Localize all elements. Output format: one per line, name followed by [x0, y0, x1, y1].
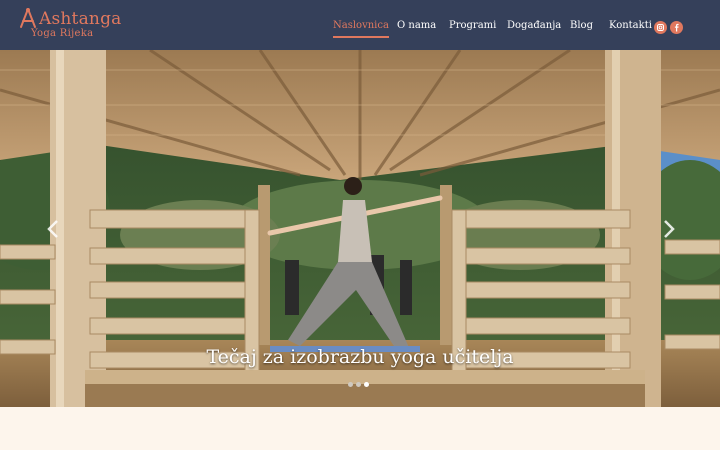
nav-item-naslovnica[interactable]: Naslovnica	[333, 19, 389, 38]
slider-dot-3[interactable]	[364, 382, 369, 387]
chevron-right-icon[interactable]	[658, 218, 678, 240]
facebook-icon[interactable]	[670, 21, 683, 34]
nav-item-dogadanja[interactable]: Događanja	[507, 19, 561, 33]
logo-subtitle: Yoga Rijeka	[31, 28, 94, 39]
instagram-icon[interactable]	[654, 21, 667, 34]
nav-item-label: Naslovnica	[333, 20, 389, 31]
logo-title: Ashtanga	[39, 9, 122, 29]
slider-dot-1[interactable]	[348, 382, 353, 387]
nav-item-programi[interactable]: Programi	[449, 19, 496, 33]
nav-item-o-nama[interactable]: O nama	[397, 19, 436, 33]
page-content	[0, 407, 720, 450]
hero-caption: Tečaj za izobrazbu yoga učitelja	[206, 346, 514, 368]
chevron-left-icon[interactable]	[44, 218, 64, 240]
site-logo[interactable]: Ashtanga Yoga Rijeka	[15, 5, 125, 45]
hero-slider: Tečaj za izobrazbu yoga učitelja	[0, 50, 720, 407]
site-header: Ashtanga Yoga Rijeka Naslovnica O nama P…	[0, 0, 720, 50]
lotus-logo-icon	[17, 7, 39, 29]
active-nav-underline	[333, 36, 389, 38]
nav-item-kontakti[interactable]: Kontakti	[609, 19, 652, 33]
slider-dots	[348, 382, 374, 388]
slider-dot-2[interactable]	[356, 382, 361, 387]
nav-item-blog[interactable]: Blog	[570, 19, 593, 33]
